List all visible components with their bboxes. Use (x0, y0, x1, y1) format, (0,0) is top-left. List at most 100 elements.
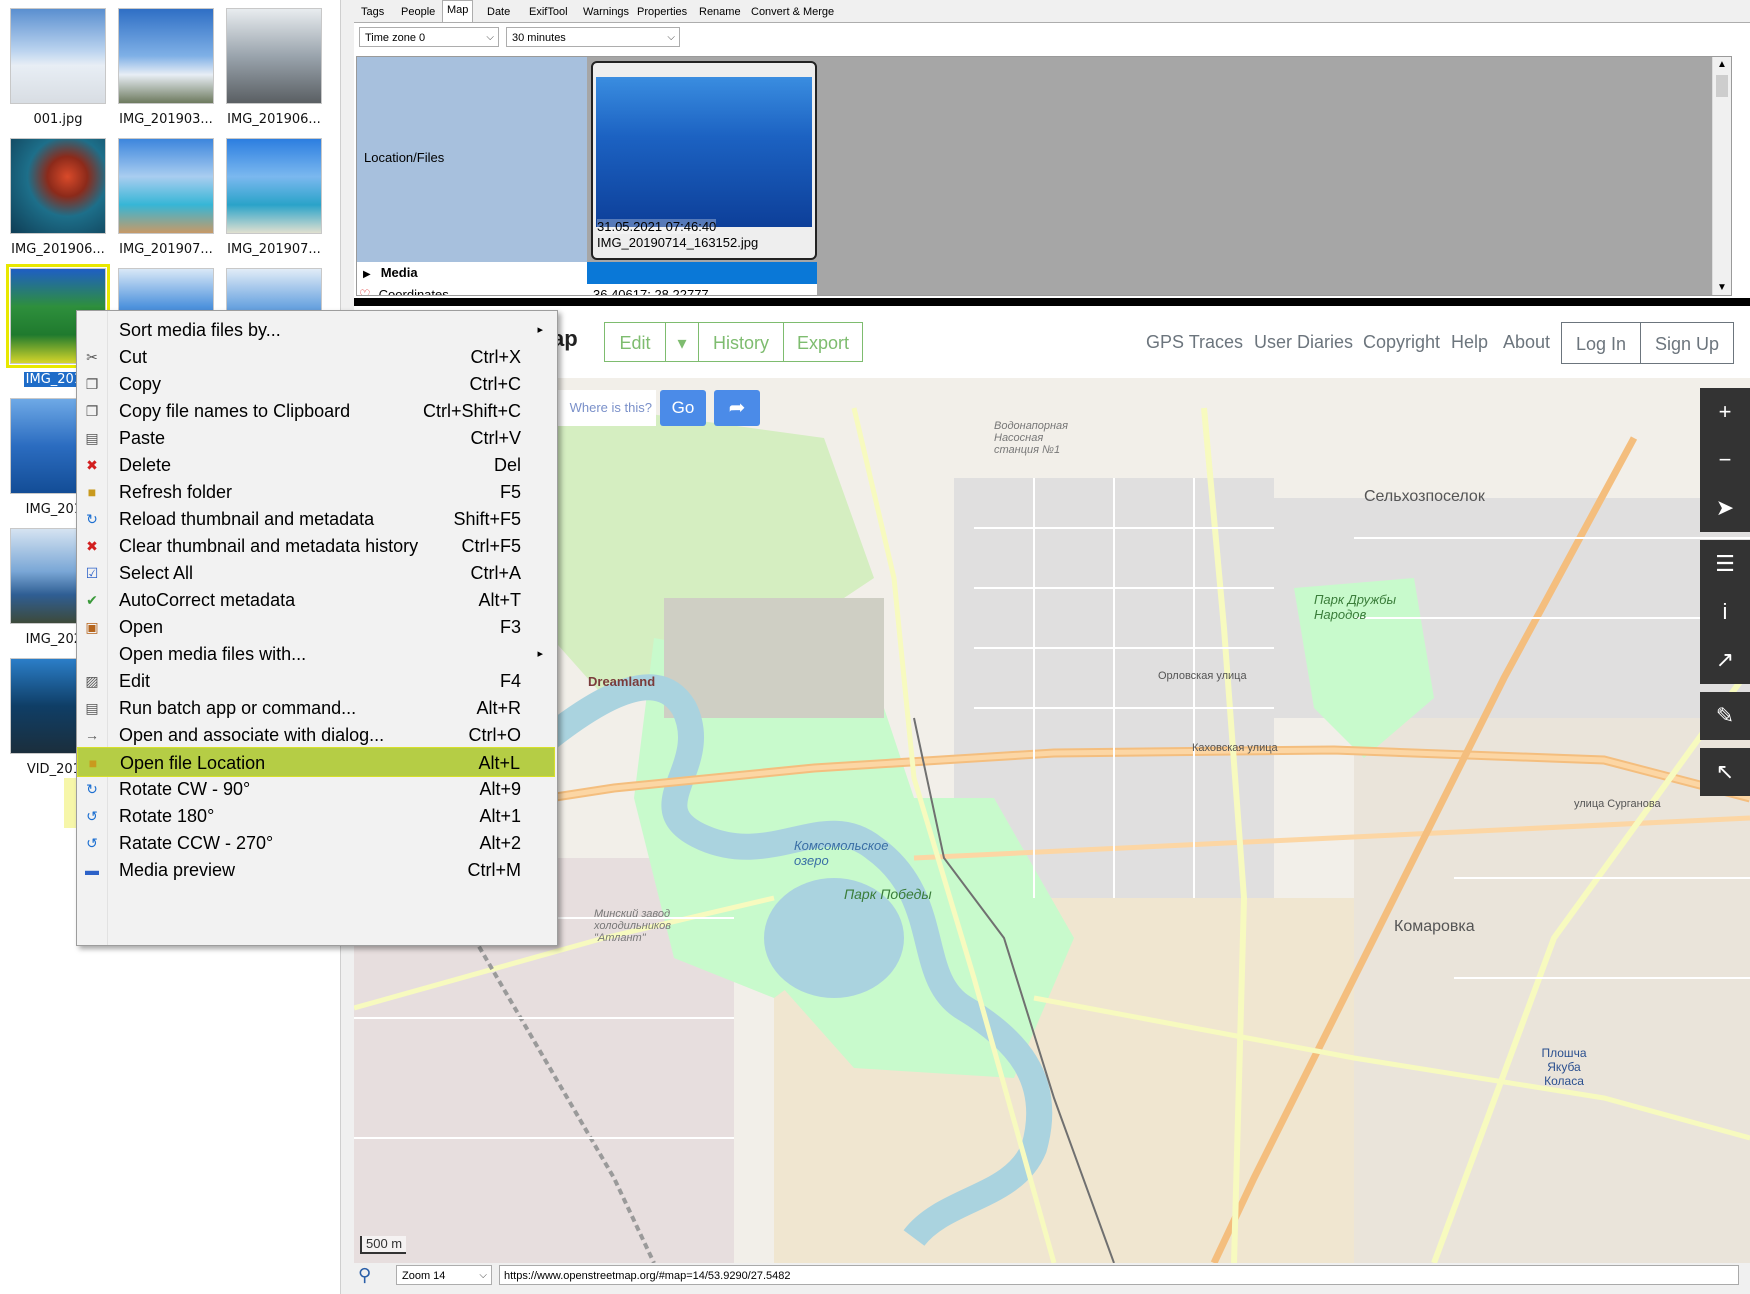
photo-cell[interactable]: 31.05.2021 07:46:40 IMG_20190714_163152.… (591, 61, 817, 260)
url-field[interactable]: https://www.openstreetmap.org/#map=14/53… (499, 1265, 1739, 1285)
menu-item-run-batch-app-or-command[interactable]: ▤ Run batch app or command... Alt+R (77, 693, 555, 723)
paste-icon: ▤ (85, 430, 99, 446)
menu-item-open-and-associate-with-dialog[interactable]: → Open and associate with dialog... Ctrl+O (77, 720, 555, 750)
media-row-label[interactable]: ▶ Media (357, 262, 587, 284)
menu-item-edit[interactable]: ▨ Edit F4 (77, 666, 555, 696)
tab-rename[interactable]: Rename (694, 2, 746, 23)
history-button[interactable]: History (698, 322, 784, 362)
tab-warnings[interactable]: Warnings (578, 2, 634, 23)
scroll-down-icon[interactable]: ▼ (1717, 282, 1727, 293)
minus-icon: − (1718, 447, 1732, 472)
zoom-in-button[interactable]: + (1700, 388, 1750, 436)
menu-item-shortcut: Ctrl+Shift+C (422, 401, 521, 421)
signup-button[interactable]: Sign Up (1640, 322, 1734, 364)
menu-item-shortcut: Shift+F5 (453, 509, 521, 529)
locate-button[interactable]: ➤ (1700, 484, 1750, 532)
menu-item-paste[interactable]: ▤ Paste Ctrl+V (77, 423, 555, 453)
menu-item-copy-file-names-to-clipboard[interactable]: ❐ Copy file names to Clipboard Ctrl+Shift+… (77, 396, 555, 426)
thumbnail-item[interactable]: IMG_201906... (4, 138, 112, 257)
menu-item-select-all[interactable]: ☑ Select All Ctrl+A (77, 558, 555, 588)
menu-item-sort-media-files-by[interactable]: Sort media files by... ▸ (77, 315, 555, 345)
add-note-button[interactable]: ✎ (1700, 692, 1750, 740)
menu-item-open-media-files-with[interactable]: Open media files with... ▸ (77, 639, 555, 669)
media-preview-icon: ▬ (85, 862, 99, 878)
login-button[interactable]: Log In (1561, 322, 1641, 364)
map-key-button[interactable]: i (1700, 588, 1750, 636)
menu-item-delete[interactable]: ✖ Delete Del (77, 450, 555, 480)
copyright-link[interactable]: Copyright (1363, 332, 1440, 353)
menu-item-label: Paste (119, 428, 166, 448)
submenu-arrow-icon: ▸ (537, 324, 543, 336)
menu-item-shortcut: F5 (499, 482, 521, 502)
menu-item-open-file-location[interactable]: ■ Open file Location Alt+L (77, 747, 555, 777)
interval-dropdown[interactable]: 30 minutes ⌵ (506, 27, 680, 47)
magnifier-icon[interactable]: ⚲ (358, 1265, 371, 1286)
scroll-up-icon[interactable]: ▲ (1717, 59, 1727, 70)
folder-location-icon: ■ (88, 755, 98, 771)
go-button[interactable]: Go (660, 390, 706, 426)
map-label-street: Орловская улица (1158, 670, 1247, 682)
menu-item-media-preview[interactable]: ▬ Media preview Ctrl+M (77, 855, 555, 885)
thumbnail-image (118, 8, 214, 104)
map-canvas[interactable]: Сельхозпоселок Комаровка Парк Дружбы Нар… (354, 378, 1750, 1263)
edit-button[interactable]: Edit (604, 322, 666, 362)
copy-icon: ❐ (85, 376, 99, 392)
thumbnail-item[interactable]: IMG_201906... (220, 8, 328, 127)
menu-item-open[interactable]: ▣ Open F3 (77, 612, 555, 642)
user-diaries-link[interactable]: User Diaries (1254, 332, 1353, 353)
map-view[interactable]: ap Edit ▾ History Export GPS Traces User… (354, 306, 1750, 1263)
where-is-this-link[interactable]: Where is this? (552, 390, 656, 426)
thumbnail-caption: 001.jpg (33, 112, 83, 127)
menu-item-rotate-cw-90[interactable]: ↻ Rotate CW - 90° Alt+9 (77, 774, 555, 804)
menu-item-clear-thumbnail-and-metadata-history[interactable]: ✖ Clear thumbnail and metadata history Ctr… (77, 531, 555, 561)
tab-convert-merge[interactable]: Convert & Merge (746, 2, 839, 23)
map-tiles (354, 378, 1750, 1263)
thumbnail-caption: IMG_201907... (119, 242, 213, 257)
info-icon: i (1722, 599, 1728, 624)
zoom-dropdown[interactable]: Zoom 14 ⌵ (396, 1265, 492, 1285)
tab-people[interactable]: People (396, 2, 440, 23)
thumbnail-image (118, 138, 214, 234)
scroll-thumb[interactable] (1716, 75, 1728, 97)
menu-item-shortcut: Alt+R (476, 698, 521, 718)
timezone-dropdown[interactable]: Time zone 0 ⌵ (359, 27, 499, 47)
associate-icon: → (85, 727, 99, 743)
media-selected-cell[interactable] (587, 262, 817, 284)
heart-icon: ♡ (359, 287, 371, 296)
tab-exiftool[interactable]: ExifTool (524, 2, 573, 23)
tab-date[interactable]: Date (482, 2, 515, 23)
tab-tags[interactable]: Tags (356, 2, 389, 23)
thumbnail-item[interactable]: 001.jpg (4, 8, 112, 127)
zoom-out-button[interactable]: − (1700, 436, 1750, 484)
menu-item-reload-thumbnail-and-metadata[interactable]: ↻ Reload thumbnail and metadata Shift+F5 (77, 504, 555, 534)
map-label-street: Каховская улица (1192, 742, 1278, 754)
edit-dropdown-button[interactable]: ▾ (665, 322, 699, 362)
query-features-button[interactable]: ↖ (1700, 748, 1750, 796)
about-link[interactable]: About (1503, 332, 1550, 353)
thumbnail-item[interactable]: IMG_201907... (220, 138, 328, 257)
horizontal-splitter[interactable] (354, 298, 1750, 306)
menu-item-copy[interactable]: ❐ Copy Ctrl+C (77, 369, 555, 399)
tab-properties[interactable]: Properties (632, 2, 692, 23)
menu-item-cut[interactable]: ✂ Cut Ctrl+X (77, 342, 555, 372)
blank-icon (83, 646, 101, 662)
menu-item-label: Ratate CCW - 270° (119, 833, 274, 853)
tab-map[interactable]: Map (442, 0, 474, 24)
menu-item-shortcut: Ctrl+O (468, 725, 521, 745)
menu-item-autocorrect-metadata[interactable]: ✔ AutoCorrect metadata Alt+T (77, 585, 555, 615)
menu-item-refresh-folder[interactable]: ■ Refresh folder F5 (77, 477, 555, 507)
export-button[interactable]: Export (783, 322, 863, 362)
thumbnail-item[interactable]: IMG_201903... (112, 8, 220, 127)
share-button[interactable]: ↗ (1700, 636, 1750, 684)
gps-traces-link[interactable]: GPS Traces (1146, 332, 1243, 353)
menu-item-shortcut: Alt+1 (479, 806, 521, 826)
layers-button[interactable]: ☰ (1700, 540, 1750, 588)
coordinates-row-label: ♡ Coordinates (357, 284, 587, 296)
menu-item-ratate-ccw-270[interactable]: ↺ Ratate CCW - 270° Alt+2 (77, 828, 555, 858)
thumbnail-item[interactable]: IMG_201907... (112, 138, 220, 257)
help-link[interactable]: Help (1451, 332, 1488, 353)
directions-button[interactable]: ➦ (714, 390, 760, 426)
menu-item-rotate-180[interactable]: ↺ Rotate 180° Alt+1 (77, 801, 555, 831)
grid-scrollbar[interactable]: ▲ ▼ (1712, 57, 1731, 295)
photo-preview-image (596, 77, 812, 227)
